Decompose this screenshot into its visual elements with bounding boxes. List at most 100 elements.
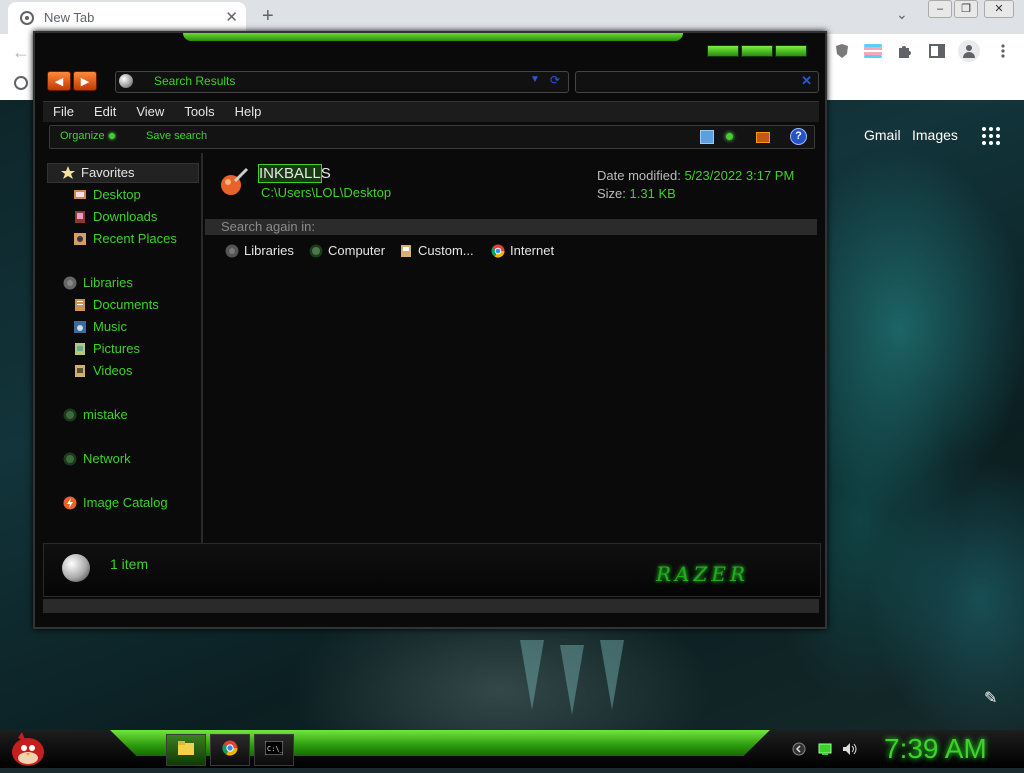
- back-button[interactable]: ◀: [47, 71, 71, 91]
- search-orb-large-icon: [62, 554, 90, 582]
- sidebar-label: Recent Places: [93, 231, 177, 246]
- menu-view[interactable]: View: [126, 102, 174, 122]
- sidebar-item-favorites[interactable]: Favorites: [61, 165, 134, 180]
- sidebar-item-recent-places[interactable]: Recent Places: [73, 231, 177, 246]
- globe-icon: [14, 76, 28, 90]
- taskbar-green-accent: [110, 730, 770, 756]
- window-top-accent: [183, 33, 683, 41]
- svg-text:C:\_: C:\_: [267, 745, 283, 753]
- views-icon[interactable]: [700, 130, 714, 144]
- google-apps-icon[interactable]: [982, 127, 1000, 145]
- tray-network-icon[interactable]: [818, 742, 832, 756]
- back-icon[interactable]: ←: [12, 42, 30, 63]
- sidebar-label: Favorites: [81, 165, 135, 180]
- window-maximize-button[interactable]: [741, 45, 773, 57]
- sidebar-item-documents[interactable]: Documents: [73, 297, 159, 312]
- folder-icon: [177, 740, 195, 761]
- profile-avatar[interactable]: [958, 40, 980, 62]
- close-tab-icon[interactable]: ✕: [225, 8, 238, 26]
- sidebar-label: Documents: [93, 297, 159, 312]
- sidebar-item-image-catalog[interactable]: Image Catalog: [63, 495, 168, 510]
- address-dropdown-icon[interactable]: ▼: [530, 74, 540, 85]
- taskbar-chrome-button[interactable]: [210, 734, 250, 766]
- menu-file[interactable]: File: [43, 102, 84, 122]
- sidebar-label: Music: [93, 319, 127, 334]
- taskbar-explorer-button[interactable]: [166, 734, 206, 766]
- sidebar-label: Videos: [93, 363, 133, 378]
- close-window-button[interactable]: ✕: [984, 0, 1014, 18]
- chrome-icon: [222, 740, 238, 761]
- browser-tab[interactable]: New Tab ✕: [8, 2, 246, 34]
- preview-pane-icon[interactable]: [756, 132, 770, 143]
- date-modified-label: Date modified:: [597, 168, 681, 183]
- window-controls: [707, 45, 807, 57]
- sidebar-item-libraries[interactable]: Libraries: [63, 275, 133, 290]
- window-close-button[interactable]: [775, 45, 807, 57]
- search-location-internet[interactable]: Internet: [491, 243, 554, 258]
- start-button[interactable]: [4, 728, 48, 768]
- search-input[interactable]: ✕: [575, 71, 819, 93]
- side-panel-icon[interactable]: [928, 42, 946, 60]
- search-term-highlight: INKBALL: [258, 164, 322, 183]
- results-pane: INKBALLS C:\Users\LOL\Desktop Date modif…: [205, 153, 817, 543]
- organize-dropdown-icon: [108, 133, 115, 139]
- sidebar-item-downloads[interactable]: Downloads: [73, 209, 157, 224]
- ublock-icon[interactable]: [833, 42, 851, 60]
- minimize-button[interactable]: ‒: [928, 0, 952, 18]
- restore-button[interactable]: ❐: [954, 0, 978, 18]
- address-bar[interactable]: Search Results ▼ ⟳: [115, 71, 569, 93]
- computer-icon: [309, 244, 323, 258]
- recent-places-icon: [73, 232, 87, 246]
- search-location-custom[interactable]: Custom...: [399, 243, 474, 258]
- save-search-button[interactable]: Save search: [146, 130, 207, 142]
- gmail-link[interactable]: Gmail: [864, 127, 901, 143]
- file-name-rest: S: [320, 165, 331, 182]
- images-link[interactable]: Images: [912, 127, 958, 143]
- chrome-icon: [491, 244, 505, 258]
- refresh-icon[interactable]: ⟳: [550, 73, 560, 87]
- help-icon[interactable]: ?: [790, 128, 807, 145]
- downloads-icon: [73, 210, 87, 224]
- sidebar-item-desktop[interactable]: Desktop: [73, 187, 141, 202]
- sidebar-item-videos[interactable]: Videos: [73, 363, 133, 378]
- sidebar-item-network[interactable]: Network: [63, 451, 131, 466]
- sidebar-label: Pictures: [93, 341, 140, 356]
- videos-icon: [73, 364, 87, 378]
- result-file-path: C:\Users\LOL\Desktop: [261, 185, 392, 200]
- sidebar-item-music[interactable]: Music: [73, 319, 127, 334]
- organize-button[interactable]: Organize: [60, 130, 115, 142]
- window-minimize-button[interactable]: [707, 45, 739, 57]
- extension-flag-icon[interactable]: [864, 42, 882, 60]
- tab-search-icon[interactable]: ⌄: [896, 6, 908, 23]
- inkball-app-icon[interactable]: [219, 167, 249, 197]
- tray-chevron-icon[interactable]: [792, 742, 806, 756]
- menu-bar: File Edit View Tools Help: [43, 101, 819, 122]
- wallpaper-detail: [560, 645, 584, 715]
- sidebar-item-pictures[interactable]: Pictures: [73, 341, 140, 356]
- menu-tools[interactable]: Tools: [174, 102, 224, 122]
- clear-search-icon[interactable]: ✕: [801, 73, 812, 89]
- forward-button[interactable]: ▶: [73, 71, 97, 91]
- result-file-name[interactable]: INKBALLS: [258, 164, 331, 183]
- search-location-libraries[interactable]: Libraries: [225, 243, 294, 258]
- taskbar-cmd-button[interactable]: C:\_: [254, 734, 294, 766]
- more-menu-icon[interactable]: [994, 42, 1012, 60]
- menu-help[interactable]: Help: [225, 102, 272, 122]
- nav-buttons: ◀ ▶: [47, 71, 97, 91]
- size-value: 1.31 KB: [629, 186, 676, 201]
- star-icon: [61, 165, 75, 180]
- menu-edit[interactable]: Edit: [84, 102, 126, 122]
- sidebar-item-mistake[interactable]: mistake: [63, 407, 128, 422]
- tray-volume-icon[interactable]: [842, 742, 857, 756]
- customize-pencil-icon[interactable]: ✎: [984, 688, 997, 708]
- sidebar-label: Downloads: [93, 209, 158, 224]
- status-dot-icon[interactable]: [726, 133, 733, 140]
- wallpaper-detail: [520, 640, 544, 710]
- taskbar-clock[interactable]: 7:39 AM: [884, 733, 987, 765]
- sidebar-label: Libraries: [83, 275, 133, 290]
- browser-tab-strip: New Tab ✕ + ⌄ ‒ ❐ ✕: [0, 0, 1024, 34]
- new-tab-button[interactable]: +: [262, 5, 274, 28]
- pane-divider[interactable]: [201, 153, 203, 543]
- extensions-puzzle-icon[interactable]: [896, 42, 914, 60]
- search-location-computer[interactable]: Computer: [309, 243, 385, 258]
